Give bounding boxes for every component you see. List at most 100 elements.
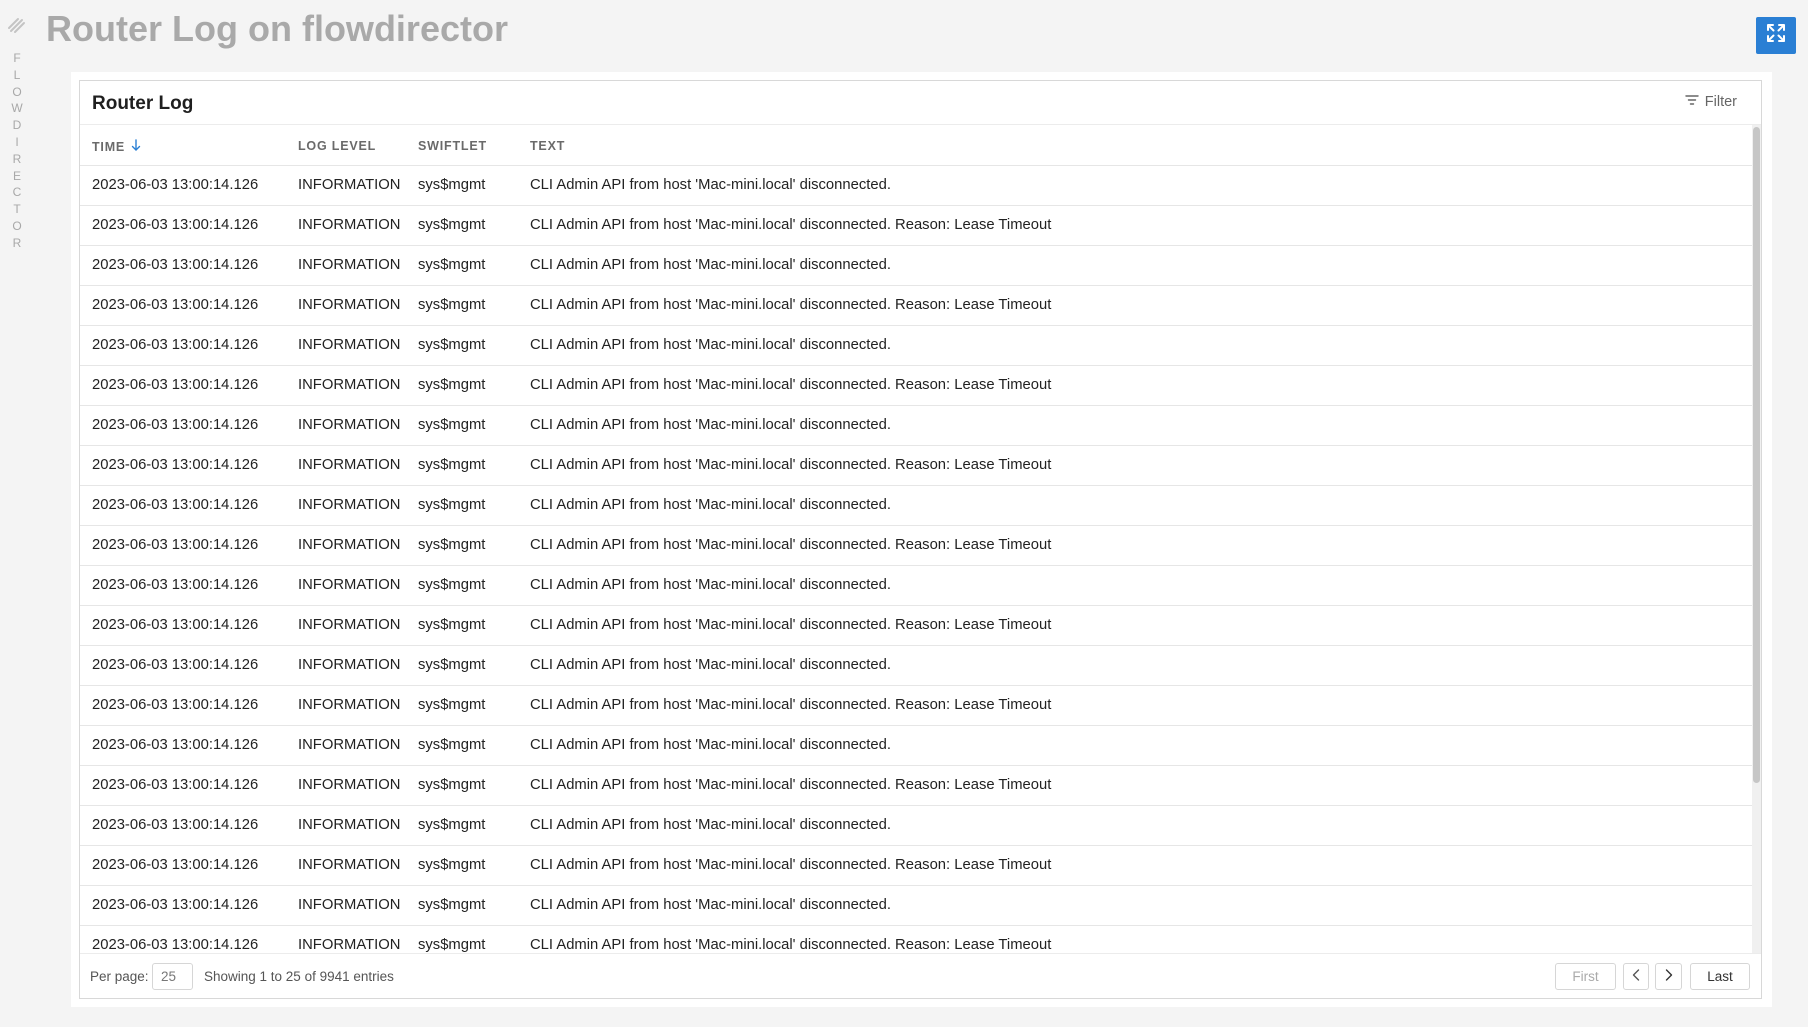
cell-text: CLI Admin API from host 'Mac-mini.local'…	[530, 897, 891, 913]
table-row[interactable]: 2023-06-03 13:00:14.126 INFORMATION sys$mg…	[80, 166, 1752, 206]
table-row[interactable]: 2023-06-03 13:00:14.126 INFORMATION sys$mg…	[80, 846, 1752, 886]
flowdirector-logo-icon[interactable]	[6, 14, 28, 36]
cell-swiftlet: sys$mgmt	[418, 497, 486, 513]
cell-time: 2023-06-03 13:00:14.126	[92, 337, 259, 353]
cell-time: 2023-06-03 13:00:14.126	[92, 257, 259, 273]
table-row[interactable]: 2023-06-03 13:00:14.126 INFORMATION sys$mg…	[80, 246, 1752, 286]
cell-log-level: INFORMATION	[298, 617, 401, 633]
table-row[interactable]: 2023-06-03 13:00:14.126 INFORMATION sys$mg…	[80, 286, 1752, 326]
cell-swiftlet: sys$mgmt	[418, 937, 486, 953]
cell-time: 2023-06-03 13:00:14.126	[92, 297, 259, 313]
cell-log-level: INFORMATION	[298, 497, 401, 513]
cell-text: CLI Admin API from host 'Mac-mini.local'…	[530, 737, 891, 753]
cell-text: CLI Admin API from host 'Mac-mini.local'…	[530, 497, 891, 513]
table-row[interactable]: 2023-06-03 13:00:14.126 INFORMATION sys$mg…	[80, 646, 1752, 686]
cell-log-level: INFORMATION	[298, 417, 401, 433]
cell-swiftlet: sys$mgmt	[418, 417, 486, 433]
table-row[interactable]: 2023-06-03 13:00:14.126 INFORMATION sys$mg…	[80, 486, 1752, 526]
cell-log-level: INFORMATION	[298, 897, 401, 913]
side-rail: FLOWDIRECTOR	[0, 0, 34, 1027]
table-scrollbar[interactable]	[1752, 125, 1761, 953]
side-rail-letter: I	[15, 134, 19, 149]
cell-log-level: INFORMATION	[298, 297, 401, 313]
cell-log-level: INFORMATION	[298, 217, 401, 233]
side-rail-letter: O	[12, 218, 22, 233]
cell-text: CLI Admin API from host 'Mac-mini.local'…	[530, 777, 1052, 793]
next-page-button[interactable]	[1655, 963, 1682, 990]
cell-swiftlet: sys$mgmt	[418, 177, 486, 193]
scrollbar-thumb[interactable]	[1753, 127, 1760, 783]
column-header-text[interactable]: TEXT	[530, 139, 565, 153]
cell-swiftlet: sys$mgmt	[418, 817, 486, 833]
cell-time: 2023-06-03 13:00:14.126	[92, 457, 259, 473]
table-row[interactable]: 2023-06-03 13:00:14.126 INFORMATION sys$mg…	[80, 606, 1752, 646]
per-page-input[interactable]: 25	[152, 963, 193, 990]
first-page-button[interactable]: First	[1555, 963, 1616, 990]
column-header-time[interactable]: TIME	[92, 139, 141, 154]
cell-swiftlet: sys$mgmt	[418, 897, 486, 913]
table-row[interactable]: 2023-06-03 13:00:14.126 INFORMATION sys$mg…	[80, 726, 1752, 766]
column-header-time-label: TIME	[92, 139, 126, 154]
cell-swiftlet: sys$mgmt	[418, 737, 486, 753]
filter-icon	[1685, 94, 1699, 110]
cell-swiftlet: sys$mgmt	[418, 617, 486, 633]
column-header-swiftlet[interactable]: SWIFTLET	[418, 139, 487, 153]
side-rail-letter: O	[12, 84, 22, 99]
table-row[interactable]: 2023-06-03 13:00:14.126 INFORMATION sys$mg…	[80, 686, 1752, 726]
column-header-log-level[interactable]: LOG LEVEL	[298, 139, 376, 153]
cell-log-level: INFORMATION	[298, 577, 401, 593]
cell-text: CLI Admin API from host 'Mac-mini.local'…	[530, 617, 1052, 633]
last-page-button[interactable]: Last	[1690, 963, 1750, 990]
cell-log-level: INFORMATION	[298, 937, 401, 953]
arrow-down-icon	[131, 139, 141, 154]
table-row[interactable]: 2023-06-03 13:00:14.126 INFORMATION sys$mg…	[80, 366, 1752, 406]
chevron-right-icon	[1665, 969, 1673, 984]
cell-log-level: INFORMATION	[298, 177, 401, 193]
cell-text: CLI Admin API from host 'Mac-mini.local'…	[530, 657, 891, 673]
side-rail-letter: D	[12, 118, 22, 133]
cell-text: CLI Admin API from host 'Mac-mini.local'…	[530, 177, 891, 193]
cell-time: 2023-06-03 13:00:14.126	[92, 857, 259, 873]
filter-label: Filter	[1704, 94, 1737, 110]
expand-button[interactable]	[1756, 17, 1796, 54]
side-rail-letter: W	[11, 101, 23, 116]
cell-time: 2023-06-03 13:00:14.126	[92, 737, 259, 753]
cell-time: 2023-06-03 13:00:14.126	[92, 657, 259, 673]
per-page-label: Per page:	[90, 969, 149, 984]
cell-swiftlet: sys$mgmt	[418, 297, 486, 313]
filter-button[interactable]: Filter	[1685, 94, 1737, 110]
cell-text: CLI Admin API from host 'Mac-mini.local'…	[530, 537, 1052, 553]
cell-swiftlet: sys$mgmt	[418, 457, 486, 473]
cell-log-level: INFORMATION	[298, 737, 401, 753]
cell-swiftlet: sys$mgmt	[418, 577, 486, 593]
table-row[interactable]: 2023-06-03 13:00:14.126 INFORMATION sys$mg…	[80, 926, 1752, 953]
chevron-left-icon	[1632, 969, 1640, 984]
side-rail-letter: T	[13, 202, 21, 217]
cell-log-level: INFORMATION	[298, 537, 401, 553]
table-row[interactable]: 2023-06-03 13:00:14.126 INFORMATION sys$mg…	[80, 326, 1752, 366]
cell-swiftlet: sys$mgmt	[418, 337, 486, 353]
cell-log-level: INFORMATION	[298, 857, 401, 873]
table-row[interactable]: 2023-06-03 13:00:14.126 INFORMATION sys$mg…	[80, 886, 1752, 926]
side-rail-letter: R	[12, 235, 22, 250]
side-rail-letter: R	[12, 151, 22, 166]
table-row[interactable]: 2023-06-03 13:00:14.126 INFORMATION sys$mg…	[80, 566, 1752, 606]
previous-page-button[interactable]	[1623, 963, 1649, 990]
table-row[interactable]: 2023-06-03 13:00:14.126 INFORMATION sys$mg…	[80, 406, 1752, 446]
cell-log-level: INFORMATION	[298, 697, 401, 713]
cell-time: 2023-06-03 13:00:14.126	[92, 897, 259, 913]
cell-swiftlet: sys$mgmt	[418, 377, 486, 393]
table-row[interactable]: 2023-06-03 13:00:14.126 INFORMATION sys$mg…	[80, 766, 1752, 806]
cell-text: CLI Admin API from host 'Mac-mini.local'…	[530, 697, 1052, 713]
cell-text: CLI Admin API from host 'Mac-mini.local'…	[530, 217, 1052, 233]
cell-time: 2023-06-03 13:00:14.126	[92, 217, 259, 233]
cell-time: 2023-06-03 13:00:14.126	[92, 417, 259, 433]
cell-swiftlet: sys$mgmt	[418, 657, 486, 673]
cell-text: CLI Admin API from host 'Mac-mini.local'…	[530, 857, 1052, 873]
table-row[interactable]: 2023-06-03 13:00:14.126 INFORMATION sys$mg…	[80, 526, 1752, 566]
table-row[interactable]: 2023-06-03 13:00:14.126 INFORMATION sys$mg…	[80, 446, 1752, 486]
table-row[interactable]: 2023-06-03 13:00:14.126 INFORMATION sys$mg…	[80, 206, 1752, 246]
side-rail-vertical-label: FLOWDIRECTOR	[10, 50, 24, 252]
table-header: TIME LOG LEVEL SWIFTLET TEXT	[80, 125, 1752, 166]
table-row[interactable]: 2023-06-03 13:00:14.126 INFORMATION sys$mg…	[80, 806, 1752, 846]
